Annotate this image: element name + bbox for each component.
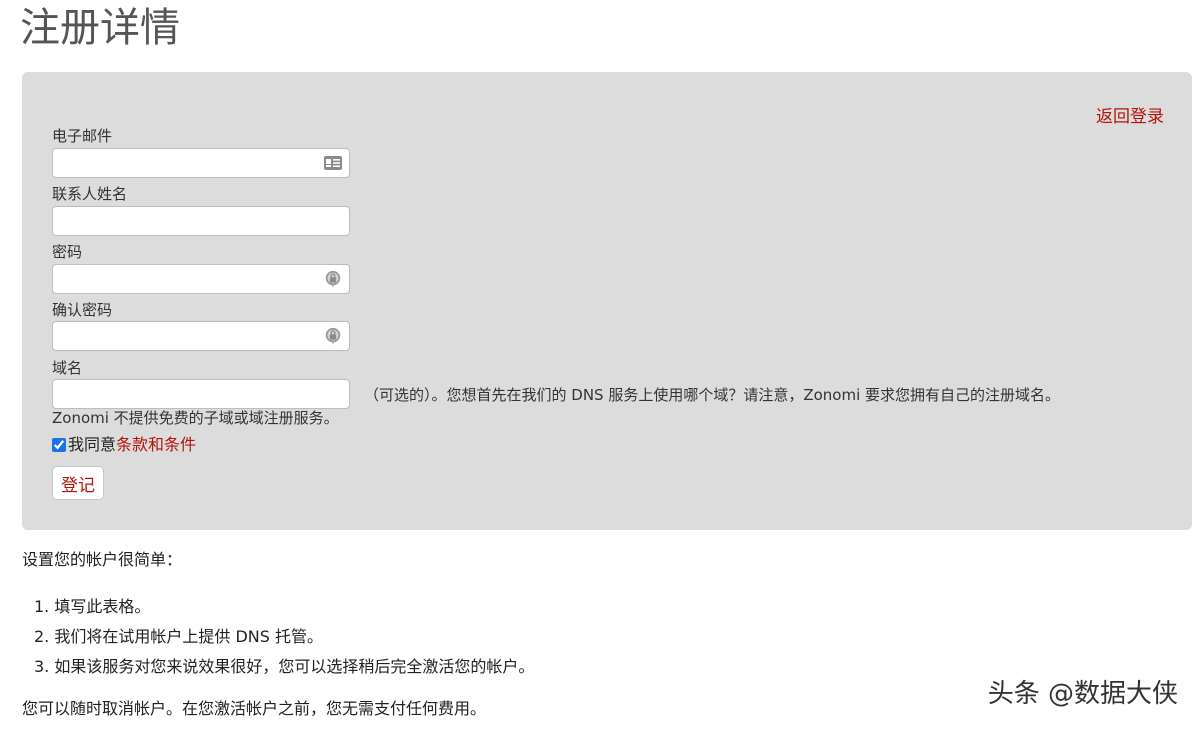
email-input[interactable] [53, 149, 329, 177]
cancel-note: 您可以随时取消帐户。在您激活帐户之前，您无需支付任何费用。 [22, 699, 487, 718]
contact-name-field[interactable] [52, 206, 350, 236]
password-key-icon[interactable] [323, 270, 343, 288]
domain-hint: （可选的）。您想首先在我们的 DNS 服务上使用哪个域？请注意，Zonomi 要… [364, 386, 1061, 404]
terms-link[interactable]: 条款和条件 [116, 434, 196, 456]
confirm-password-input[interactable] [53, 322, 329, 350]
contact-name-label: 联系人姓名 [52, 185, 128, 203]
password-field[interactable] [52, 264, 350, 294]
setup-intro: 设置您的帐户很简单： [22, 550, 183, 569]
domain-input[interactable] [53, 380, 329, 408]
setup-steps: 1. 填写此表格。 2. 我们将在试用帐户上提供 DNS 托管。 3. 如果该服… [34, 592, 534, 682]
agree-terms-row[interactable]: 我同意 条款和条件 [52, 434, 196, 456]
email-label: 电子邮件 [52, 127, 113, 145]
list-item: 3. 如果该服务对您来说效果很好，您可以选择稍后完全激活您的帐户。 [34, 657, 535, 676]
contact-card-icon[interactable] [323, 154, 343, 172]
page: 注册详情 返回登录 电子邮件 联系人姓名 密码 确认密码 域名 （可选的）。您想… [0, 0, 1200, 732]
password-label: 密码 [52, 243, 83, 261]
confirm-password-field[interactable] [52, 321, 350, 351]
register-button[interactable]: 登记 [52, 466, 104, 500]
agree-terms-checkbox[interactable] [52, 438, 66, 452]
password-key-icon[interactable] [323, 327, 343, 345]
password-input[interactable] [53, 265, 329, 293]
registration-panel: 返回登录 电子邮件 联系人姓名 密码 确认密码 域名 （可选的）。您想首先在我们… [22, 72, 1192, 530]
domain-hint-continued: Zonomi 不提供免费的子域或域注册服务。 [52, 409, 339, 427]
list-item: 1. 填写此表格。 [34, 597, 151, 616]
contact-name-input[interactable] [53, 207, 329, 235]
list-item: 2. 我们将在试用帐户上提供 DNS 托管。 [34, 627, 323, 646]
email-field[interactable] [52, 148, 350, 178]
watermark: 头条 @数据大侠 [987, 679, 1178, 709]
agree-prefix: 我同意 [68, 435, 117, 454]
back-to-login-link[interactable]: 返回登录 [1096, 102, 1164, 127]
page-title: 注册详情 [20, 5, 180, 51]
confirm-password-label: 确认密码 [52, 301, 113, 319]
domain-field[interactable] [52, 379, 350, 409]
domain-label: 域名 [52, 359, 83, 377]
